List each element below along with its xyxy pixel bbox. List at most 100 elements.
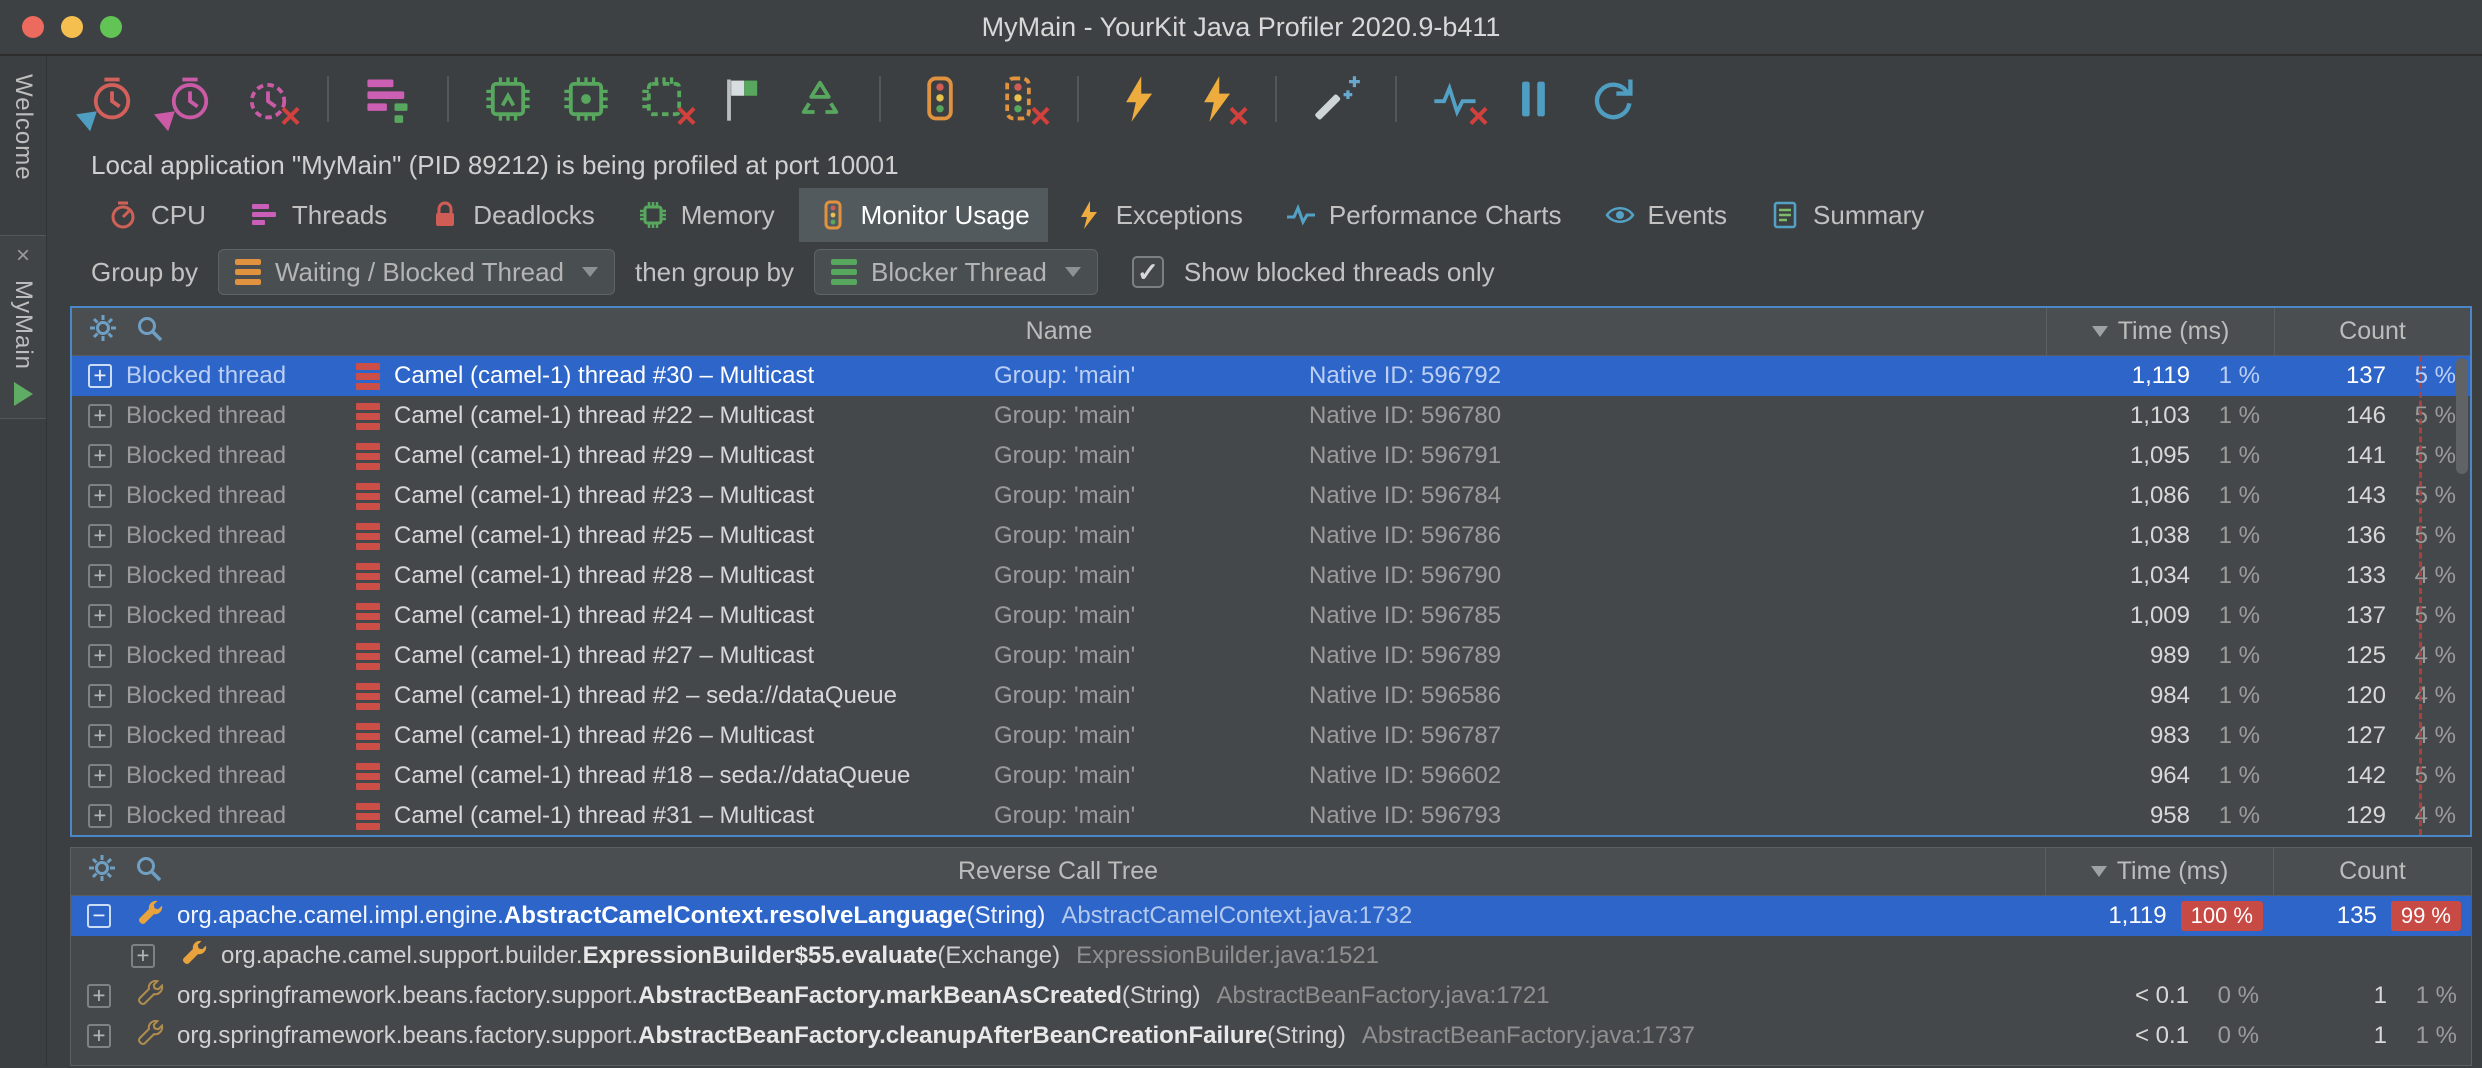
group-by-dropdown[interactable]: Waiting / Blocked Thread <box>218 249 615 295</box>
threshold-marker-line <box>2419 356 2422 835</box>
thread-native-id: Native ID: 596793 <box>1309 802 1501 830</box>
gear-icon[interactable] <box>88 313 118 350</box>
call-tree-row[interactable]: +org.springframework.beans.factory.suppo… <box>71 976 2471 1016</box>
column-header-count[interactable]: Count <box>2274 308 2470 355</box>
time-value: 1,119 <box>2108 902 2166 930</box>
table-row[interactable]: +Blocked threadCamel (camel-1) thread #1… <box>72 756 2470 796</box>
column-header-name[interactable]: Name <box>72 308 2046 355</box>
source-location: ExpressionBuilder.java:1521 <box>1076 942 1379 970</box>
expand-icon[interactable]: + <box>131 944 155 968</box>
table-row[interactable]: +Blocked threadCamel (camel-1) thread #2… <box>72 556 2470 596</box>
table-row[interactable]: +Blocked threadCamel (camel-1) thread #2… <box>72 436 2470 476</box>
record-allocations-each-icon[interactable] <box>559 72 613 126</box>
source-location: AbstractBeanFactory.java:1737 <box>1362 1022 1695 1050</box>
search-icon[interactable] <box>134 313 164 350</box>
column-header-count[interactable]: Count <box>2273 848 2471 895</box>
clear-cpu-data-icon[interactable]: × <box>241 72 295 126</box>
call-tree-row[interactable]: + org.springframework.beans.factory.suppo… <box>71 1016 2471 1056</box>
table-row[interactable]: +Blocked threadCamel (camel-1) thread #3… <box>72 356 2470 396</box>
call-tree-header: Reverse Call Tree Time (ms) Count <box>71 848 2471 896</box>
expand-icon[interactable]: + <box>88 724 112 748</box>
show-blocked-threads-checkbox[interactable]: ✓ <box>1132 256 1164 288</box>
zoom-button[interactable] <box>100 16 122 38</box>
clear-allocation-data-icon[interactable]: × <box>637 72 691 126</box>
tab-performance-charts[interactable]: Performance Charts <box>1267 188 1580 242</box>
count-cell: 1334 % <box>2274 562 2470 590</box>
thread-name-cell: +Blocked threadCamel (camel-1) thread #2… <box>72 442 2046 470</box>
method-package: org.springframework.beans.factory.suppor… <box>177 1022 638 1050</box>
table-row[interactable]: +Blocked threadCamel (camel-1) thread #2… <box>72 676 2470 716</box>
tab-cpu[interactable]: CPU <box>89 188 224 242</box>
tab-threads[interactable]: Threads <box>230 188 405 242</box>
table-row[interactable]: +Blocked threadCamel (camel-1) thread #2… <box>72 636 2470 676</box>
table-row[interactable]: +Blocked threadCamel (camel-1) thread #2… <box>72 596 2470 636</box>
search-icon[interactable] <box>133 853 163 890</box>
advance-generation-flag-icon[interactable] <box>715 72 769 126</box>
table-row[interactable]: +Blocked threadCamel (camel-1) thread #2… <box>72 516 2470 556</box>
monitor-profiling-icon[interactable] <box>913 72 967 126</box>
gear-icon[interactable] <box>87 853 117 890</box>
minimize-button[interactable] <box>61 16 83 38</box>
tab-summary[interactable]: Summary <box>1751 188 1942 242</box>
tab-memory[interactable]: Memory <box>619 188 793 242</box>
expand-icon[interactable]: + <box>88 564 112 588</box>
close-button[interactable] <box>22 16 44 38</box>
then-group-by-dropdown[interactable]: Blocker Thread <box>814 249 1098 295</box>
record-allocations-icon[interactable] <box>481 72 535 126</box>
profiler-toolbar: × × <box>47 56 2482 142</box>
thread-name: Camel (camel-1) thread #28 – Multicast <box>394 562 994 590</box>
column-header-time[interactable]: Time (ms) <box>2045 848 2273 895</box>
refresh-icon[interactable] <box>1585 72 1639 126</box>
expand-icon[interactable]: + <box>87 1024 111 1048</box>
expand-icon[interactable]: + <box>88 364 112 388</box>
time-cell: 9891 % <box>2046 642 2274 670</box>
time-cell: 1,1191 % <box>2046 362 2274 390</box>
tab-events[interactable]: Events <box>1586 188 1746 242</box>
table-row[interactable]: +Blocked threadCamel (camel-1) thread #2… <box>72 396 2470 436</box>
wrench-icon <box>135 1018 165 1055</box>
clear-telemetry-icon[interactable]: × <box>1429 72 1483 126</box>
close-session-icon[interactable]: × <box>16 244 30 268</box>
expand-icon[interactable]: + <box>88 604 112 628</box>
thread-name-cell: +Blocked threadCamel (camel-1) thread #3… <box>72 362 2046 390</box>
record-cpu-sampling-icon[interactable] <box>85 72 139 126</box>
scrollbar-thumb[interactable] <box>2456 358 2468 474</box>
vertical-scrollbar[interactable] <box>2454 356 2468 835</box>
pause-icon[interactable] <box>1507 72 1561 126</box>
table-row[interactable]: +Blocked threadCamel (camel-1) thread #3… <box>72 796 2470 835</box>
count-cell: 1254 % <box>2274 642 2470 670</box>
record-cpu-tracing-icon[interactable] <box>163 72 217 126</box>
table-row[interactable]: +Blocked threadCamel (camel-1) thread #2… <box>72 476 2470 516</box>
tab-monitor-usage[interactable]: Monitor Usage <box>799 188 1048 242</box>
tab-deadlocks[interactable]: Deadlocks <box>411 188 612 242</box>
expand-icon[interactable]: + <box>88 444 112 468</box>
expand-icon[interactable]: + <box>88 404 112 428</box>
thread-telemetry-icon[interactable] <box>361 72 415 126</box>
row-prefix: Blocked thread <box>126 762 356 790</box>
method-cell: −org.apache.camel.impl.engine.AbstractCa… <box>71 898 2045 935</box>
expand-icon[interactable]: + <box>88 484 112 508</box>
tab-exceptions[interactable]: Exceptions <box>1054 188 1261 242</box>
call-tree-row[interactable]: +org.apache.camel.support.builder.Expres… <box>71 936 2471 976</box>
expand-icon[interactable]: + <box>88 644 112 668</box>
tab-label: Performance Charts <box>1329 200 1562 231</box>
row-prefix: Blocked thread <box>126 722 356 750</box>
force-gc-icon[interactable] <box>793 72 847 126</box>
row-prefix: Blocked thread <box>126 482 356 510</box>
expand-icon[interactable]: + <box>88 764 112 788</box>
threads-rows: +Blocked threadCamel (camel-1) thread #3… <box>72 356 2470 835</box>
call-tree-row[interactable]: −org.apache.camel.impl.engine.AbstractCa… <box>71 896 2471 936</box>
expand-icon[interactable]: + <box>88 804 112 828</box>
column-header-time[interactable]: Time (ms) <box>2046 308 2274 355</box>
inspections-wand-icon[interactable] <box>1309 72 1363 126</box>
table-row[interactable]: +Blocked threadCamel (camel-1) thread #2… <box>72 716 2470 756</box>
collapse-icon[interactable]: − <box>87 904 111 928</box>
clear-exception-data-icon[interactable]: × <box>1189 72 1243 126</box>
expand-icon[interactable]: + <box>88 684 112 708</box>
expand-icon[interactable]: + <box>87 984 111 1008</box>
expand-icon[interactable]: + <box>88 524 112 548</box>
clear-monitor-data-icon[interactable]: × <box>991 72 1045 126</box>
exception-profiling-icon[interactable] <box>1111 72 1165 126</box>
sidebar-item-welcome[interactable]: Welcome <box>9 74 37 181</box>
sidebar-item-mymain[interactable]: × MyMain <box>0 235 46 419</box>
